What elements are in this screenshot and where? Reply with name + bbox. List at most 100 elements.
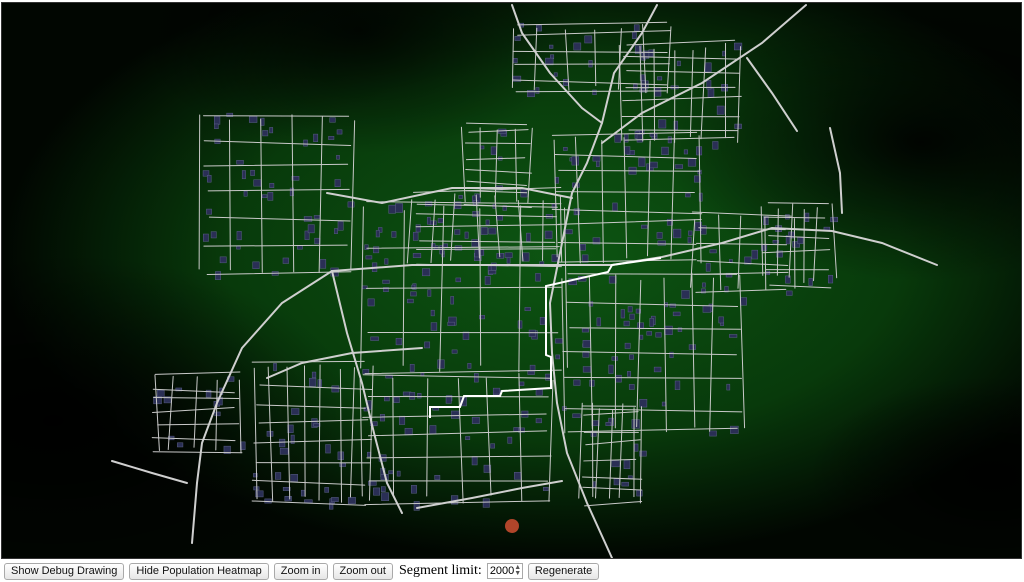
building bbox=[658, 119, 667, 129]
building bbox=[535, 418, 542, 424]
building bbox=[507, 436, 513, 444]
building bbox=[621, 481, 629, 487]
street bbox=[464, 142, 531, 145]
city-map[interactable] bbox=[2, 3, 1022, 559]
building bbox=[592, 89, 597, 95]
building bbox=[417, 393, 422, 399]
regenerate-button[interactable]: Regenerate bbox=[527, 562, 600, 580]
building bbox=[624, 133, 629, 143]
building bbox=[464, 231, 469, 239]
building bbox=[674, 164, 683, 169]
building bbox=[611, 460, 620, 468]
building bbox=[543, 487, 549, 491]
building bbox=[751, 249, 759, 260]
building bbox=[687, 158, 697, 167]
building bbox=[726, 383, 731, 391]
building bbox=[592, 156, 601, 162]
building bbox=[584, 35, 593, 44]
building bbox=[410, 485, 417, 494]
zoom-in-button[interactable]: Zoom in bbox=[273, 562, 328, 580]
building bbox=[236, 160, 244, 165]
building bbox=[290, 474, 298, 482]
building bbox=[639, 334, 644, 340]
building bbox=[275, 472, 282, 480]
building bbox=[620, 309, 625, 319]
building bbox=[430, 309, 435, 317]
building bbox=[328, 136, 335, 140]
stepper-icon[interactable]: ▲ ▼ bbox=[514, 564, 521, 577]
building bbox=[624, 146, 631, 155]
building bbox=[331, 497, 339, 502]
building bbox=[664, 325, 673, 335]
building bbox=[653, 366, 662, 373]
building bbox=[496, 253, 505, 259]
building bbox=[797, 236, 804, 244]
building bbox=[655, 332, 662, 338]
building bbox=[214, 116, 221, 125]
building bbox=[638, 157, 646, 167]
building bbox=[391, 231, 397, 238]
building bbox=[490, 443, 495, 449]
building bbox=[214, 123, 219, 130]
building bbox=[633, 24, 640, 32]
building bbox=[380, 486, 386, 492]
building bbox=[474, 373, 479, 383]
building bbox=[629, 354, 634, 360]
building bbox=[828, 274, 834, 284]
building bbox=[241, 170, 246, 180]
building bbox=[688, 344, 696, 350]
show-debug-drawing-button[interactable]: Show Debug Drawing bbox=[4, 562, 125, 580]
building bbox=[471, 239, 479, 248]
building bbox=[413, 501, 420, 511]
building bbox=[485, 219, 490, 225]
building bbox=[337, 221, 344, 231]
building bbox=[553, 72, 558, 77]
building bbox=[514, 35, 521, 41]
building bbox=[535, 87, 540, 94]
building bbox=[535, 273, 541, 282]
building bbox=[657, 76, 663, 81]
building bbox=[412, 231, 419, 241]
building bbox=[573, 379, 581, 386]
building bbox=[667, 136, 672, 144]
building bbox=[623, 320, 630, 327]
street bbox=[303, 365, 306, 497]
building bbox=[488, 270, 497, 275]
segment-limit-input[interactable]: 2000 ▲ ▼ bbox=[486, 563, 523, 579]
building bbox=[248, 116, 258, 123]
building bbox=[269, 127, 274, 134]
building bbox=[370, 336, 379, 341]
building bbox=[730, 425, 739, 434]
building bbox=[656, 232, 663, 239]
building bbox=[393, 396, 400, 403]
building bbox=[488, 227, 497, 235]
building bbox=[627, 371, 631, 377]
building bbox=[482, 498, 490, 508]
building bbox=[739, 297, 747, 306]
building bbox=[379, 414, 385, 422]
building bbox=[427, 289, 432, 297]
building bbox=[612, 202, 618, 212]
building bbox=[336, 129, 343, 135]
building bbox=[364, 244, 369, 250]
zoom-out-button[interactable]: Zoom out bbox=[332, 562, 393, 580]
building bbox=[631, 419, 640, 429]
building bbox=[210, 231, 217, 239]
map-canvas[interactable] bbox=[1, 2, 1022, 559]
street bbox=[542, 200, 544, 261]
building bbox=[465, 436, 471, 440]
building bbox=[375, 230, 380, 238]
building bbox=[632, 31, 637, 39]
building bbox=[554, 338, 564, 344]
building bbox=[311, 371, 317, 378]
building bbox=[415, 224, 421, 233]
building bbox=[672, 311, 681, 317]
building bbox=[262, 194, 268, 199]
building bbox=[458, 195, 463, 199]
hide-population-heatmap-button[interactable]: Hide Population Heatmap bbox=[129, 562, 269, 580]
building bbox=[426, 216, 431, 225]
building bbox=[410, 291, 417, 297]
building bbox=[313, 215, 321, 219]
building bbox=[716, 105, 725, 115]
building bbox=[681, 290, 690, 299]
